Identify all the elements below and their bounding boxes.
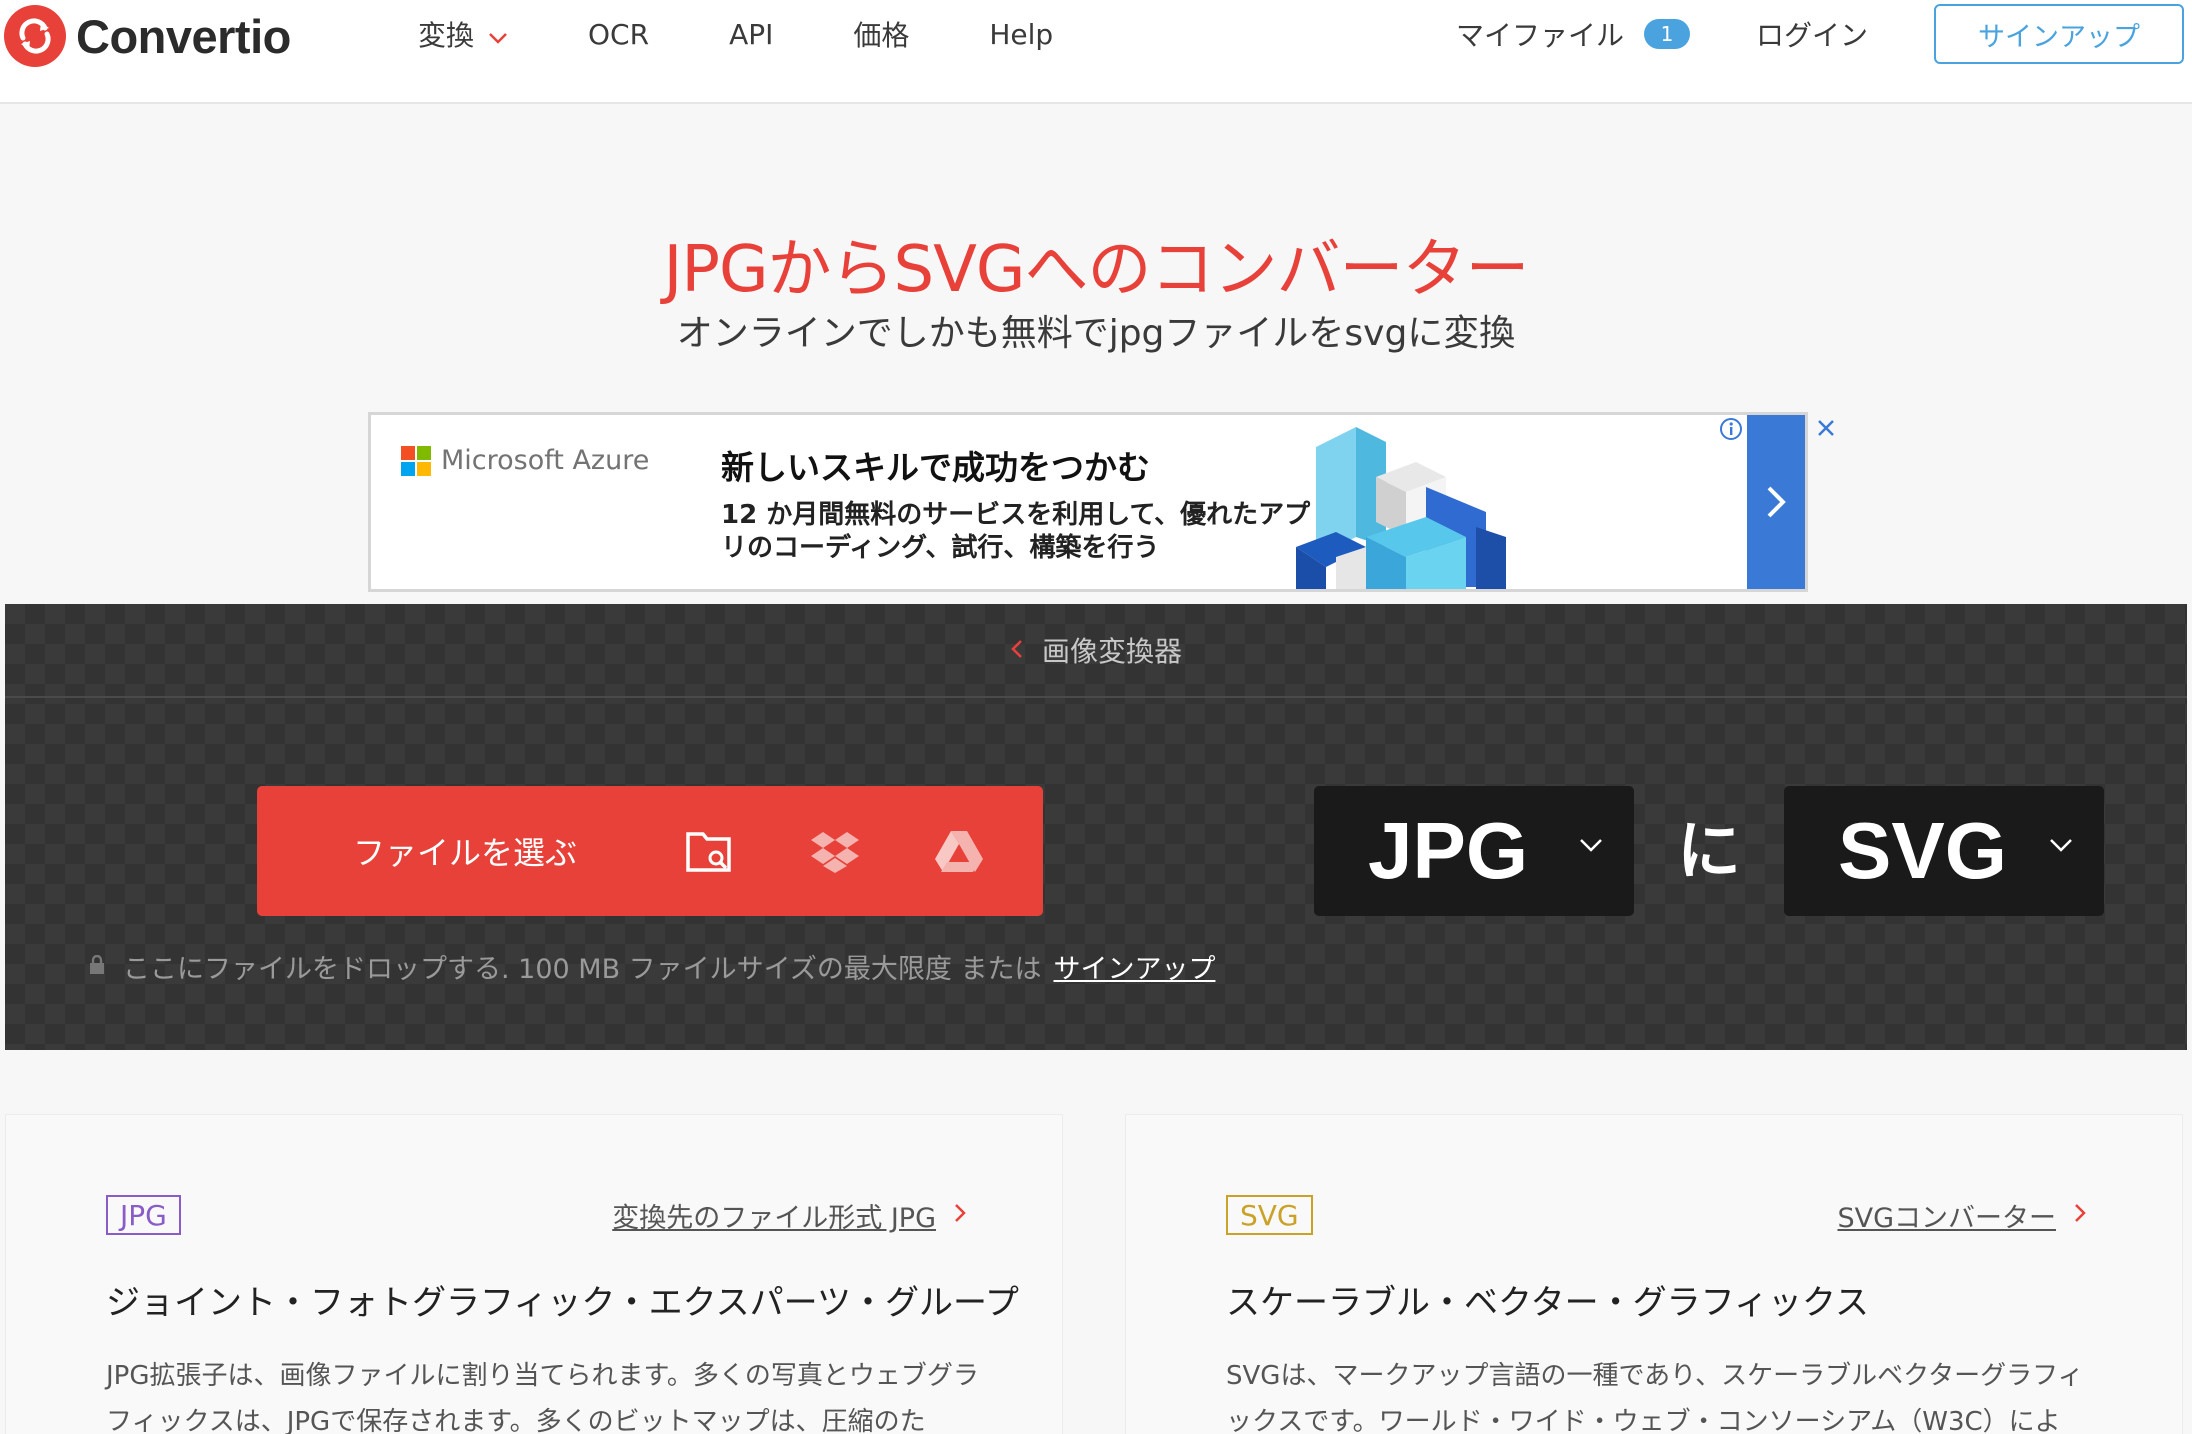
- choose-file-label: ファイルを選ぶ: [353, 834, 578, 872]
- my-files-label: マイファイル: [1455, 19, 1624, 52]
- svg-info-card: SVG SVGコンバーター スケーラブル・ベクター・グラフィックス SVGは、マ…: [1125, 1114, 2183, 1434]
- microsoft-logo-icon: [401, 445, 431, 476]
- drop-note-text: ここにファイルをドロップする. 100 MB ファイルサイズの最大限度 または: [123, 953, 1042, 985]
- drop-note: ここにファイルをドロップする. 100 MB ファイルサイズの最大限度 または …: [89, 946, 1215, 986]
- jpg-format-tag: JPG: [106, 1195, 181, 1235]
- drop-signup-link[interactable]: サインアップ: [1053, 947, 1215, 986]
- login-link[interactable]: ログイン: [1756, 14, 1868, 54]
- my-files-link[interactable]: マイファイル 1: [1456, 14, 1690, 54]
- from-format-label: JPG: [1368, 806, 1529, 895]
- top-header: Convertio 変換 OCR API 価格 Help マイファイル 1 ログ…: [0, 0, 2192, 104]
- jpg-card-description: JPG拡張子は、画像ファイルに割り当てられます。多くの写真とウェブグラフィックス…: [106, 1361, 979, 1434]
- ad-title: 新しいスキルで成功をつかむ: [721, 448, 1150, 487]
- page-title: JPGからSVGへのコンバーター: [663, 233, 1529, 307]
- chevron-down-icon: [1578, 836, 1604, 858]
- file-count-badge: 1: [1643, 19, 1690, 49]
- chevron-left-icon: [1010, 634, 1024, 667]
- jpg-card-title: ジョイント・フォトグラフィック・エクスパーツ・グループ: [106, 1283, 1019, 1323]
- chevron-right-icon: [954, 1200, 966, 1231]
- nav-ocr[interactable]: OCR: [588, 18, 649, 51]
- to-format-select[interactable]: SVG: [1784, 786, 2104, 916]
- ad-brand-text: Microsoft Azure: [441, 445, 650, 476]
- chevron-down-icon: [2048, 836, 2074, 858]
- folder-search-icon[interactable]: [685, 826, 737, 876]
- page-subtitle: オンラインでしかも無料でjpgファイルをsvgに変換: [676, 313, 1516, 354]
- svg-link-label: SVGコンバーター: [1837, 1202, 2056, 1234]
- logo-icon: [4, 5, 66, 67]
- nav-convert[interactable]: 変換: [418, 14, 508, 54]
- converter-panel: 画像変換器 ファイルを選ぶ JPG に SVG ここにファイルをドロップする. …: [5, 604, 2187, 1050]
- ad-cubes-image: [1276, 417, 1596, 589]
- jpg-info-card: JPG 変換先のファイル形式 JPG ジョイント・フォトグラフィック・エクスパー…: [5, 1114, 1063, 1434]
- signup-button[interactable]: サインアップ: [1934, 4, 2184, 64]
- convertio-logo[interactable]: Convertio: [4, 4, 291, 68]
- google-drive-icon[interactable]: [933, 826, 985, 876]
- lock-icon: [89, 951, 105, 982]
- to-format-label: SVG: [1838, 806, 2007, 895]
- ad-next-button[interactable]: [1747, 415, 1805, 589]
- nav-pricing[interactable]: 価格: [853, 14, 909, 54]
- ad-brand: Microsoft Azure: [401, 445, 649, 476]
- ad-banner[interactable]: Microsoft Azure 新しいスキルで成功をつかむ 12 か月間無料のサ…: [368, 412, 1834, 592]
- svg-card-description: SVGは、マークアップ言語の一種であり、スケーラブルベクターグラフィックスです。…: [1226, 1361, 2084, 1434]
- nav-convert-label: 変換: [418, 19, 475, 52]
- jpg-link-label: 変換先のファイル形式 JPG: [612, 1202, 936, 1234]
- breadcrumb-label: 画像変換器: [1041, 635, 1182, 668]
- from-format-select[interactable]: JPG: [1314, 786, 1634, 916]
- ad-body: 12 か月間無料のサービスを利用して、優れたアプリのコーディング、試行、構築を行…: [721, 500, 1311, 563]
- svg-format-tag: SVG: [1226, 1195, 1313, 1235]
- choose-file-button[interactable]: ファイルを選ぶ: [257, 786, 1043, 916]
- ad-info-icon[interactable]: [1717, 415, 1745, 443]
- connector-text: に: [1677, 815, 1741, 889]
- svg-card-title: スケーラブル・ベクター・グラフィックス: [1226, 1283, 1869, 1323]
- jpg-converter-link[interactable]: 変換先のファイル形式 JPG: [612, 1195, 966, 1235]
- nav-help[interactable]: Help: [989, 18, 1053, 51]
- breadcrumb[interactable]: 画像変換器: [5, 604, 2187, 698]
- logo-text: Convertio: [76, 9, 291, 63]
- dropbox-icon[interactable]: [809, 826, 861, 876]
- chevron-down-icon: [488, 18, 508, 51]
- account-nav: マイファイル 1 ログイン サインアップ: [1456, 4, 2184, 64]
- ad-close-icon[interactable]: [1811, 413, 1841, 443]
- main-nav: 変換 OCR API 価格 Help: [418, 0, 1133, 68]
- nav-api[interactable]: API: [729, 18, 773, 51]
- chevron-right-icon: [2074, 1200, 2086, 1231]
- svg-converter-link[interactable]: SVGコンバーター: [1837, 1195, 2086, 1235]
